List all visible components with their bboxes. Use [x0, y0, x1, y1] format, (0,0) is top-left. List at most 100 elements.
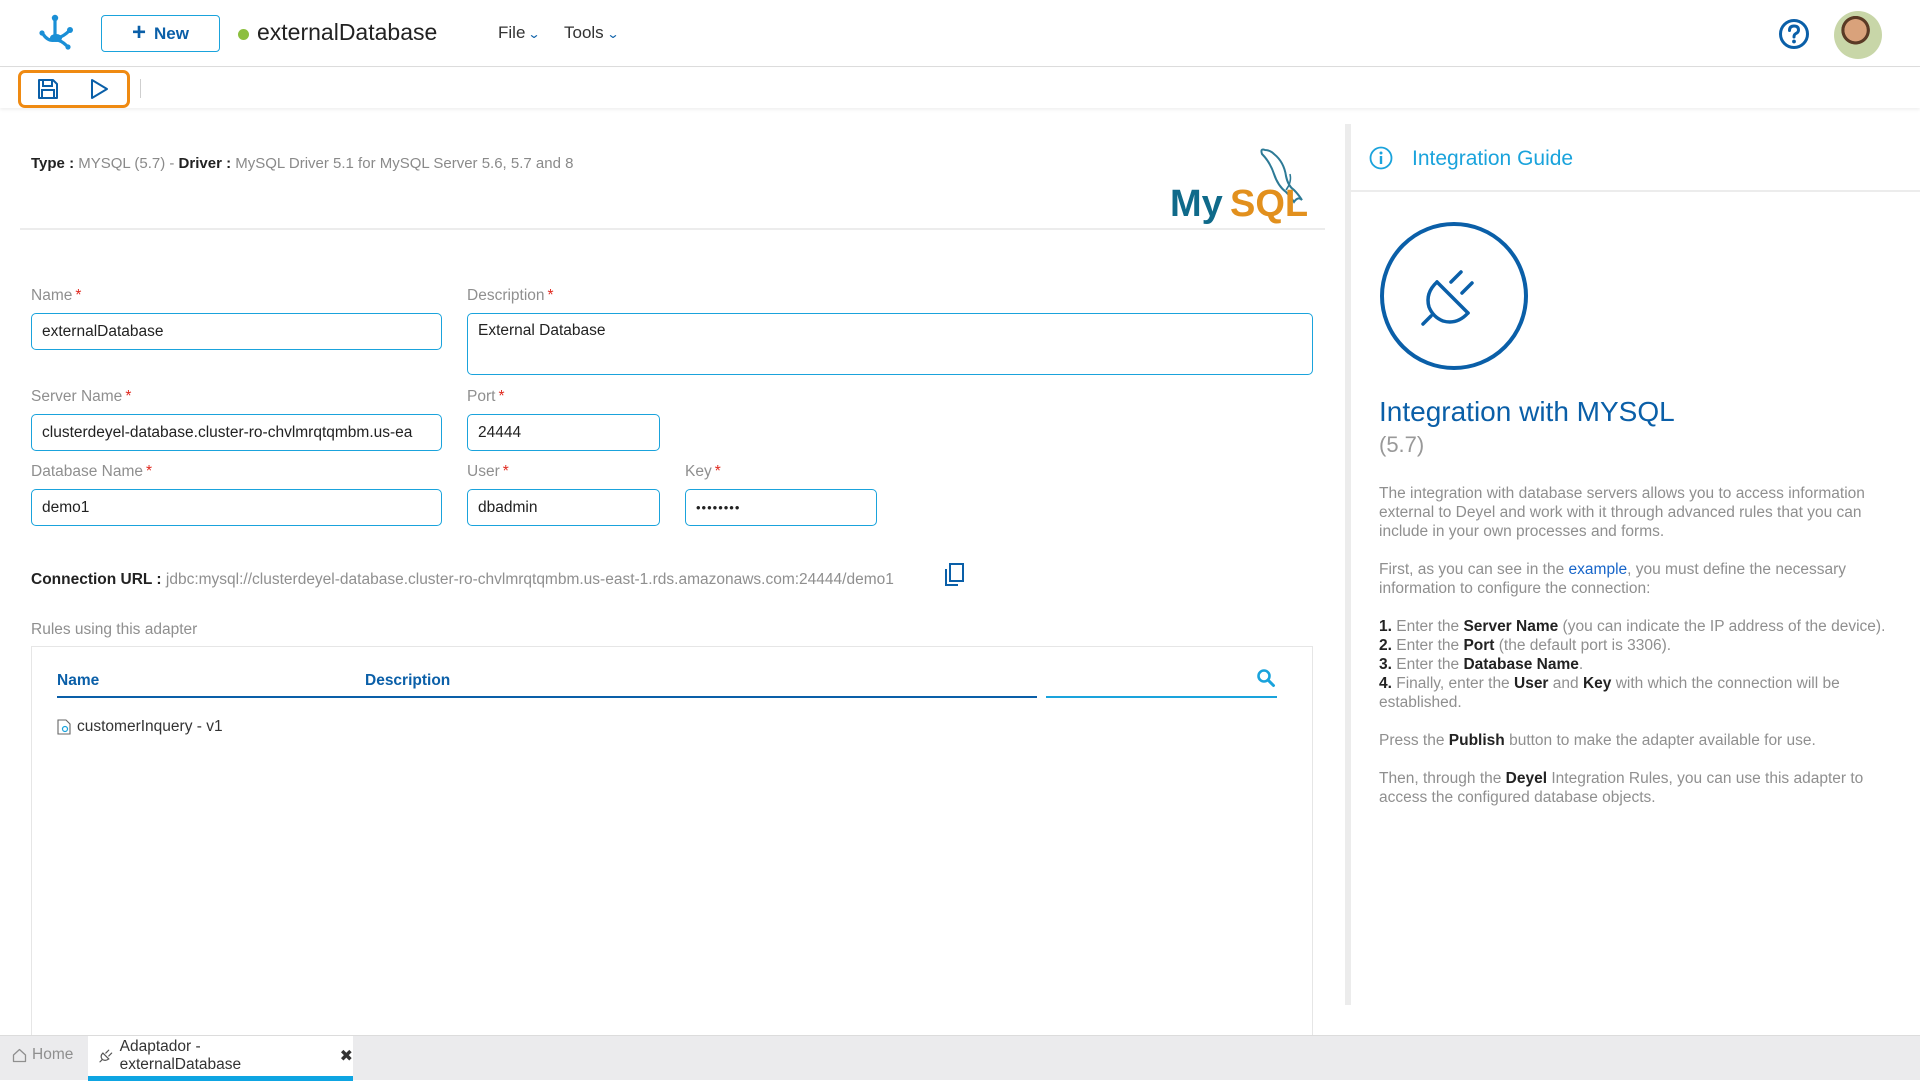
step-text: .	[1578, 656, 1584, 673]
guide-text-span: button to make the adapter available for…	[1504, 732, 1816, 749]
new-button[interactable]: + New	[101, 15, 220, 52]
guide-steps: 1. Enter the Server Name (you can indica…	[1379, 617, 1899, 712]
guide-paragraph-intro: The integration with database servers al…	[1379, 485, 1865, 540]
server-name-input[interactable]: clusterdeyel-database.cluster-ro-chvlmrq…	[31, 414, 442, 451]
table-header-underline	[57, 696, 1037, 698]
plug-icon	[1380, 222, 1528, 370]
database-name-input[interactable]: demo1	[31, 489, 442, 526]
required-mark: *	[547, 287, 554, 304]
document-title: externalDatabase	[257, 19, 438, 45]
guide-text: The integration with database servers al…	[1379, 484, 1899, 826]
integration-title: Integration with MYSQL	[1379, 396, 1675, 427]
help-icon[interactable]	[1778, 18, 1810, 50]
toolbar-highlight	[18, 70, 130, 108]
connection-url-label: Connection URL :	[31, 571, 162, 588]
new-button-label: New	[154, 23, 189, 43]
description-label: Description *	[467, 287, 554, 305]
table-row[interactable]: customerInquery - v1	[57, 718, 223, 736]
step-bold: Server Name	[1463, 618, 1559, 635]
required-mark: *	[502, 463, 509, 480]
step-text: Enter the	[1391, 637, 1464, 654]
user-label-text: User	[467, 463, 500, 480]
plug-icon	[99, 1049, 113, 1063]
mysql-logo-sql: SQL	[1230, 183, 1308, 224]
column-header-description[interactable]: Description	[365, 672, 450, 690]
user-avatar[interactable]	[1834, 11, 1882, 59]
port-input[interactable]: 24444	[467, 414, 660, 451]
step-bold: Database Name	[1463, 656, 1579, 673]
step-number: 2.	[1379, 637, 1392, 654]
guide-step: 2. Enter the Port (the default port is 3…	[1379, 637, 1671, 654]
toolbar	[0, 68, 1920, 108]
description-textarea[interactable]: External Database	[467, 313, 1313, 375]
bottom-tab-bar: Home Adaptador - externalDatabase ✖	[0, 1035, 1920, 1081]
step-text: and	[1548, 675, 1583, 692]
play-icon[interactable]	[87, 77, 111, 101]
guide-paragraph-publish: Press the Publish button to make the ada…	[1379, 731, 1899, 750]
rule-file-icon	[57, 719, 71, 735]
server-name-label: Server Name *	[31, 388, 131, 406]
copy-icon[interactable]	[942, 562, 966, 588]
type-driver-info: Type : MYSQL (5.7) - Driver : MySQL Driv…	[31, 155, 573, 172]
step-text: Enter the	[1391, 618, 1464, 635]
mysql-logo-my: My	[1170, 183, 1223, 224]
rule-name: customerInquery - v1	[77, 718, 223, 735]
deyel-logo-icon[interactable]	[36, 12, 76, 52]
example-link[interactable]: example	[1569, 561, 1628, 578]
required-mark: *	[146, 463, 153, 480]
type-label: Type :	[31, 155, 75, 172]
step-number: 4.	[1379, 675, 1392, 692]
required-mark: *	[125, 388, 132, 405]
guide-bold: Publish	[1448, 732, 1505, 749]
rules-search-input[interactable]	[1046, 696, 1277, 698]
required-mark: *	[498, 388, 505, 405]
step-text: Enter the	[1391, 656, 1464, 673]
tab-home-label: Home	[32, 1046, 74, 1063]
tab-adapter[interactable]: Adaptador - externalDatabase ✖	[88, 1036, 353, 1081]
name-label-text: Name	[31, 287, 73, 304]
step-bold: Key	[1582, 675, 1612, 692]
chevron-down-icon: ⌄	[606, 27, 620, 41]
rules-table-container	[31, 646, 1313, 1038]
key-password-input[interactable]: ••••••••	[685, 489, 877, 526]
server-name-label-text: Server Name	[31, 388, 123, 405]
menu-tools[interactable]: Tools ⌄	[564, 23, 620, 43]
name-input[interactable]: externalDatabase	[31, 313, 442, 350]
driver-value: MySQL Driver 5.1 for MySQL Server 5.6, 5…	[235, 155, 574, 172]
home-icon	[12, 1048, 27, 1062]
required-mark: *	[75, 287, 82, 304]
database-name-label-text: Database Name	[31, 463, 144, 480]
type-value: MYSQL (5.7)	[78, 155, 166, 172]
database-name-label: Database Name *	[31, 463, 152, 481]
port-label: Port *	[467, 388, 504, 406]
key-label: Key *	[685, 463, 721, 481]
close-icon[interactable]: ✖	[340, 1046, 353, 1066]
key-label-text: Key	[685, 463, 712, 480]
menu-file-label: File	[498, 23, 526, 42]
connection-url-value: jdbc:mysql://clusterdeyel-database.clust…	[165, 571, 894, 588]
required-mark: *	[714, 463, 721, 480]
app-header: + New externalDatabase File ⌄ Tools ⌄	[0, 0, 1920, 67]
port-label-text: Port	[467, 388, 496, 405]
search-icon[interactable]	[1256, 668, 1276, 688]
user-input[interactable]: dbadmin	[467, 489, 660, 526]
tab-home[interactable]: Home	[12, 1046, 73, 1064]
chevron-down-icon: ⌄	[527, 27, 541, 41]
menu-file[interactable]: File ⌄	[498, 23, 541, 43]
guide-text-span: First, as you can see in the	[1379, 561, 1569, 578]
step-text: Finally, enter the	[1391, 675, 1514, 692]
tab-adapter-label: Adaptador - externalDatabase	[119, 1038, 242, 1073]
guide-step: 1. Enter the Server Name (you can indica…	[1379, 618, 1885, 635]
rules-section-label: Rules using this adapter	[31, 621, 198, 638]
user-label: User *	[467, 463, 509, 481]
connection-url: Connection URL : jdbc:mysql://clusterdey…	[31, 571, 894, 589]
save-icon[interactable]	[36, 77, 60, 101]
integration-version: (5.7)	[1379, 432, 1425, 457]
description-label-text: Description	[467, 287, 545, 304]
column-header-name[interactable]: Name	[57, 672, 99, 690]
info-icon	[1369, 146, 1393, 170]
guide-title: Integration Guide	[1412, 147, 1574, 170]
guide-text-span: Press the	[1379, 732, 1449, 749]
step-text: (you can indicate the IP address of the …	[1558, 618, 1886, 635]
info-separator: -	[169, 155, 175, 172]
